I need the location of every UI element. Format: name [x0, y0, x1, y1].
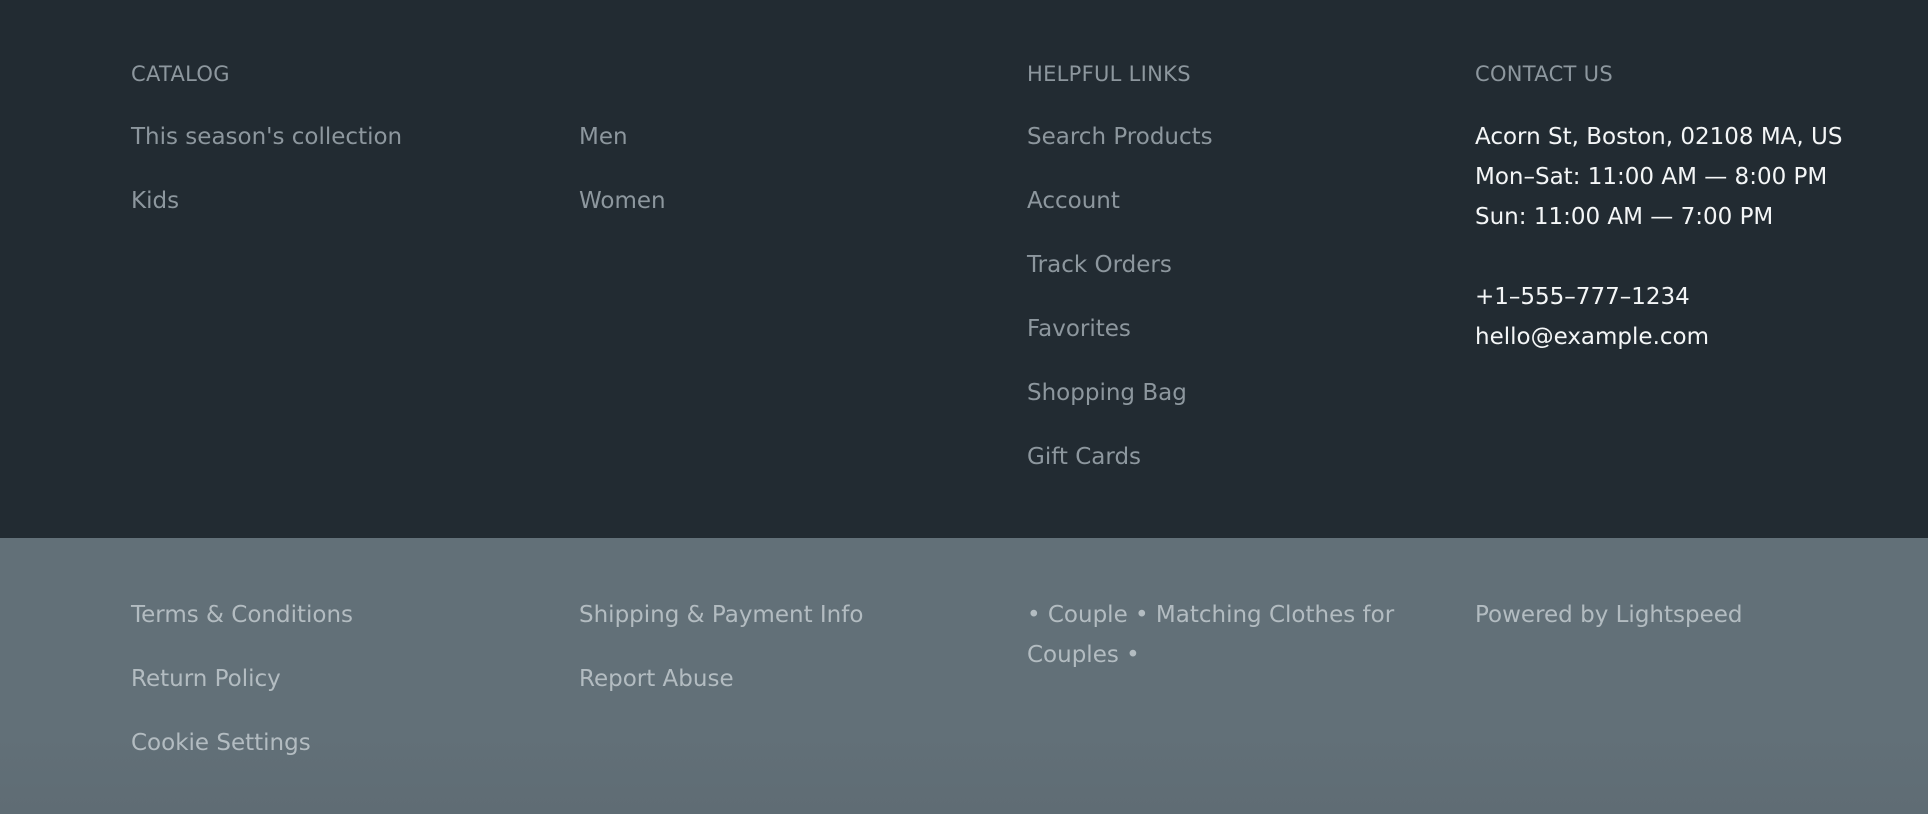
contact-email-link[interactable]: hello@example.com: [1475, 322, 1709, 352]
contact-address: Acorn St, Boston, 02108 MA, US: [1475, 124, 1843, 150]
helpful-link-gift-cards[interactable]: Gift Cards: [1027, 442, 1141, 472]
catalog-link-season-collection[interactable]: This season's collection: [131, 122, 402, 152]
contact-hours-weekday: Mon–Sat: 11:00 AM — 8:00 PM: [1475, 164, 1828, 190]
terms-conditions-link[interactable]: Terms & Conditions: [131, 595, 353, 635]
contact-hours-sunday: Sun: 11:00 AM — 7:00 PM: [1475, 204, 1774, 230]
return-policy-link[interactable]: Return Policy: [131, 659, 281, 699]
store-tagline: • Couple • Matching Clothes for Couples …: [1027, 602, 1395, 668]
powered-by-link[interactable]: Powered by Lightspeed: [1475, 595, 1743, 635]
contact-heading: CONTACT US: [1475, 62, 1613, 86]
helpful-links-heading: HELPFUL LINKS: [1027, 62, 1191, 86]
shipping-payment-info-link[interactable]: Shipping & Payment Info: [579, 595, 863, 635]
helpful-link-search-products[interactable]: Search Products: [1027, 122, 1213, 152]
helpful-link-track-orders[interactable]: Track Orders: [1027, 250, 1172, 280]
contact-phone-link[interactable]: +1–555–777–1234: [1475, 282, 1690, 312]
helpful-link-shopping-bag[interactable]: Shopping Bag: [1027, 378, 1187, 408]
helpful-link-account[interactable]: Account: [1027, 186, 1120, 216]
cookie-settings-link[interactable]: Cookie Settings: [131, 723, 311, 763]
report-abuse-link[interactable]: Report Abuse: [579, 659, 734, 699]
catalog-link-men[interactable]: Men: [579, 122, 628, 152]
footer-bottom: Terms & Conditions Return Policy Cookie …: [0, 538, 1928, 814]
catalog-link-kids[interactable]: Kids: [131, 186, 179, 216]
catalog-heading: CATALOG: [131, 62, 230, 86]
footer-top: CATALOG This season's collection Kids Me…: [0, 0, 1928, 538]
helpful-link-favorites[interactable]: Favorites: [1027, 314, 1131, 344]
catalog-link-women[interactable]: Women: [579, 186, 666, 216]
